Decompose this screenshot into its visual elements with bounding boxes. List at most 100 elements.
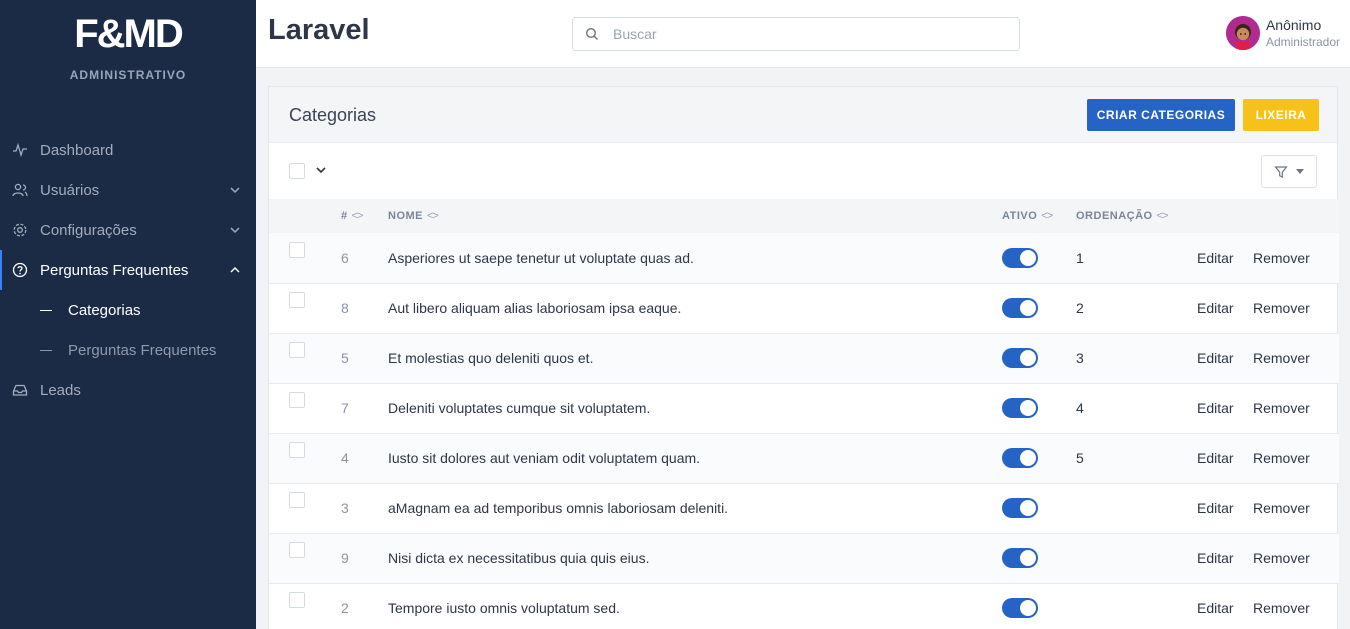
categories-table: # <> NOME <> ATIVO <> ORDENAÇÃO <> 6 Asperior… [269, 199, 1339, 629]
table-row: 4 Iusto sit dolores aut veniam odit volup… [269, 433, 1339, 483]
remove-link[interactable]: Remover [1253, 400, 1310, 416]
sidebar-subitem-perguntas-frequentes[interactable]: Perguntas Frequentes [0, 330, 256, 370]
row-order [1076, 583, 1197, 629]
active-toggle[interactable] [1002, 298, 1038, 318]
toggle-knob [1020, 450, 1036, 466]
remove-link[interactable]: Remover [1253, 550, 1310, 566]
column-header-id[interactable]: # <> [341, 199, 388, 233]
row-name: Asperiores ut saepe tenetur ut voluptate… [388, 249, 694, 266]
sidebar-item-label: Leads [40, 381, 81, 399]
table-row: 3 aMagnam ea ad temporibus omnis laborios… [269, 483, 1339, 533]
select-all-checkbox[interactable] [289, 163, 305, 179]
toggle-knob [1020, 249, 1036, 266]
table-row: 6 Asperiores ut saepe tenetur ut voluptat… [269, 233, 1339, 283]
dash-icon [40, 349, 52, 351]
filter-icon [1274, 165, 1288, 178]
chevron-up-icon [230, 266, 240, 273]
sidebar-item-usuarios[interactable]: Usuários [0, 170, 256, 210]
active-toggle[interactable] [1002, 348, 1038, 368]
edit-link[interactable]: Editar [1197, 550, 1234, 566]
row-name: Iusto sit dolores aut veniam odit volupt… [388, 450, 701, 466]
row-checkbox[interactable] [289, 292, 305, 308]
table-row: 9 Nisi dicta ex necessitatibus quia quis … [269, 533, 1339, 583]
sidebar-item-leads[interactable]: Leads [0, 370, 256, 410]
active-toggle[interactable] [1002, 448, 1038, 468]
active-toggle[interactable] [1002, 247, 1038, 268]
categories-card: Categorias CRIAR CATEGORIAS LIXEIRA # <> … [268, 86, 1339, 629]
row-name: Nisi dicta ex necessitatibus quia quis e… [388, 550, 650, 566]
column-header-active[interactable]: ATIVO <> [1002, 199, 1076, 233]
user-name: Anônimo [1265, 16, 1322, 33]
remove-link[interactable]: Remover [1253, 450, 1310, 466]
edit-link[interactable]: Editar [1197, 300, 1234, 316]
row-order: 3 [1076, 350, 1084, 366]
edit-link[interactable]: Editar [1197, 500, 1234, 516]
row-name: aMagnam ea ad temporibus omnis laboriosa… [388, 500, 729, 516]
card-header: Categorias CRIAR CATEGORIAS LIXEIRA [269, 87, 1337, 143]
edit-link[interactable]: Editar [1197, 350, 1234, 366]
search-icon [585, 27, 598, 40]
edit-link[interactable]: Editar [1197, 450, 1234, 466]
sort-icon: <> [427, 210, 439, 222]
table-row: 2 Tempore iusto omnis voluptatum sed. Edit… [269, 583, 1339, 629]
remove-link[interactable]: Remover [1253, 250, 1310, 266]
search-input[interactable] [613, 26, 993, 42]
active-toggle[interactable] [1002, 548, 1038, 568]
edit-link[interactable]: Editar [1197, 400, 1234, 416]
active-toggle[interactable] [1002, 398, 1038, 418]
sidebar-item-dashboard[interactable]: Dashboard [0, 130, 256, 170]
sidebar-subitem-categorias[interactable]: Categorias [0, 290, 256, 330]
row-order: 4 [1076, 400, 1084, 416]
search-box[interactable] [572, 17, 1020, 51]
brand-subtitle: ADMINISTRATIVO [69, 68, 187, 82]
user-menu[interactable]: Anônimo Administrador [1225, 16, 1340, 50]
user-info: Anônimo Administrador [1266, 17, 1340, 50]
row-checkbox[interactable] [289, 492, 305, 508]
column-label: NOME [388, 210, 423, 222]
trash-button[interactable]: LIXEIRA [1243, 99, 1319, 131]
remove-link[interactable]: Remover [1253, 300, 1310, 316]
activity-icon [12, 142, 28, 158]
row-id: 6 [341, 249, 349, 266]
row-name: Tempore iusto omnis voluptatum sed. [388, 600, 620, 616]
sidebar-item-configuracoes[interactable]: Configurações [0, 210, 256, 250]
toggle-knob [1020, 600, 1036, 616]
row-id: 8 [341, 300, 349, 316]
table-toolbar [269, 143, 1337, 199]
row-checkbox[interactable] [289, 342, 305, 358]
create-categories-button[interactable]: CRIAR CATEGORIAS [1087, 99, 1235, 131]
remove-link[interactable]: Remover [1253, 350, 1310, 366]
remove-link[interactable]: Remover [1253, 500, 1310, 516]
sidebar-item-perguntas-frequentes[interactable]: Perguntas Frequentes [0, 250, 256, 290]
caret-down-icon [1296, 168, 1304, 174]
row-name: Et molestias quo deleniti quos et. [388, 350, 594, 366]
column-header-name[interactable]: NOME <> [388, 199, 1002, 233]
avatar[interactable] [1225, 16, 1260, 50]
row-order [1076, 533, 1197, 583]
row-checkbox[interactable] [289, 241, 305, 258]
column-header-order[interactable]: ORDENAÇÃO <> [1076, 199, 1197, 233]
sidebar-item-label: Configurações [40, 221, 137, 239]
row-id: 3 [341, 500, 349, 516]
sidebar-nav: Dashboard Usuários Configurações Pergunt… [0, 130, 256, 410]
row-id: 4 [341, 450, 349, 466]
edit-link[interactable]: Editar [1197, 250, 1234, 266]
row-order: 1 [1076, 249, 1084, 266]
active-toggle[interactable] [1002, 498, 1038, 518]
sort-icon: <> [351, 210, 364, 222]
remove-link[interactable]: Remover [1253, 600, 1310, 616]
edit-link[interactable]: Editar [1197, 600, 1234, 616]
table-row: 8 Aut libero aliquam alias laboriosam ips… [269, 283, 1339, 333]
toggle-knob [1020, 550, 1036, 566]
chevron-down-icon[interactable] [315, 164, 327, 176]
row-order [1076, 483, 1197, 533]
row-checkbox[interactable] [289, 592, 305, 608]
brand-logo[interactable]: F&MD [0, 12, 256, 56]
filter-button[interactable] [1261, 155, 1317, 188]
column-label: # [341, 210, 348, 222]
page-title: Categorias [289, 105, 377, 125]
active-toggle[interactable] [1002, 598, 1038, 618]
row-checkbox[interactable] [289, 442, 305, 458]
row-checkbox[interactable] [289, 392, 305, 408]
row-checkbox[interactable] [289, 542, 305, 558]
